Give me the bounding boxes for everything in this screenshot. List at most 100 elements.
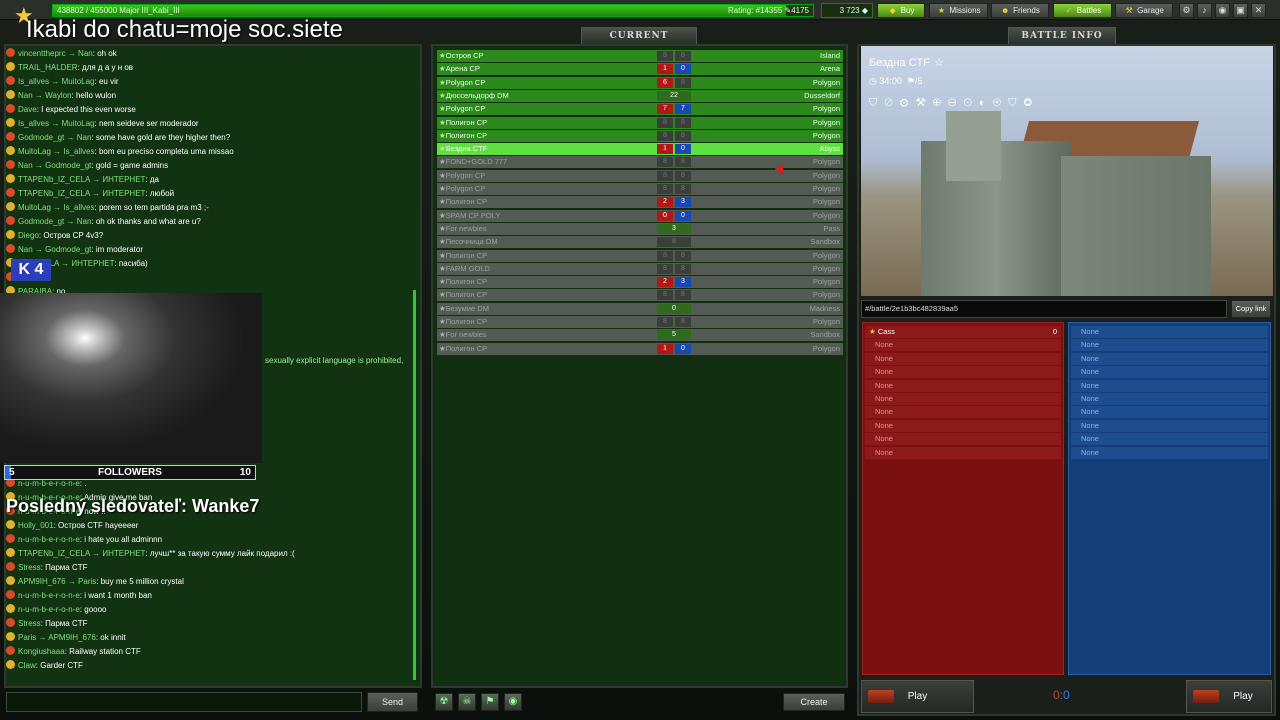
battle-row[interactable]: ★Полигон CP 8 8 Polygon: [437, 116, 843, 129]
rank-icon: [6, 62, 15, 71]
close-icon[interactable]: ✕: [1251, 3, 1266, 18]
buy-button[interactable]: ◆ Buy: [877, 3, 925, 18]
battle-row[interactable]: ★Остров CP 8 8 Island: [437, 50, 843, 62]
chat-recipient[interactable]: Waylon: [45, 91, 71, 100]
battle-row[interactable]: ★For newbies 5 Sandbox: [437, 329, 843, 342]
battle-star-icon: ★: [439, 263, 446, 273]
chat-nick[interactable]: APM9IH_676: [18, 577, 66, 586]
battle-row[interactable]: ★For newbies 3 Pass: [437, 222, 843, 235]
missions-button[interactable]: ★ Missions: [929, 3, 988, 18]
favorite-star-icon[interactable]: ☆: [934, 57, 944, 69]
battle-row[interactable]: ★Арена CP 1 0 Arena: [437, 63, 843, 76]
battle-row[interactable]: ★Polygon CP 7 7 Polygon: [437, 103, 843, 116]
battle-link-field[interactable]: #/battle/2e1b3bc482839aa5: [861, 300, 1227, 318]
chat-recipient[interactable]: Is_allves: [63, 147, 94, 156]
filter-cp-icon[interactable]: ◉: [504, 693, 522, 711]
battle-row[interactable]: ★Полигон CP 8 8 Polygon: [437, 289, 843, 302]
battle-row[interactable]: ★Полигон CP 8 8 Polygon: [437, 249, 843, 262]
help-icon[interactable]: ◉: [1215, 3, 1230, 18]
battle-row[interactable]: ★Песочница DM 8 Sandbox: [437, 236, 843, 249]
battle-name: ★Арена CP: [439, 63, 480, 75]
chat-nick[interactable]: Stress: [18, 619, 41, 628]
chat-recipient[interactable]: APM9IH_676: [48, 633, 96, 642]
reply-arrow: →: [65, 49, 79, 58]
battle-row[interactable]: ★Polygon CP 6 8 Polygon: [437, 76, 843, 89]
chat-recipient[interactable]: ИНТЕРНЕТ: [71, 259, 114, 268]
chat-recipient[interactable]: MuitoLag: [62, 119, 95, 128]
chat-nick[interactable]: vincenttheprc: [18, 49, 66, 58]
chat-nick[interactable]: MuitoLag: [18, 203, 51, 212]
battle-row[interactable]: ★SPAM CP POLY 0 0 Polygon: [437, 209, 843, 222]
chat-recipient[interactable]: Nan: [78, 49, 93, 58]
filter-dm-icon[interactable]: ☠: [458, 693, 476, 711]
send-button[interactable]: Send: [367, 692, 418, 712]
battle-row[interactable]: ★Полигон CP 1 0 Polygon: [437, 342, 843, 355]
red-team-list: ★ Cass 0 None None None None None None None None N…: [862, 322, 1064, 675]
battle-row[interactable]: ★FARM GOLD 8 8 Polygon: [437, 262, 843, 275]
copy-link-button[interactable]: Copy link: [1231, 300, 1271, 318]
battle-row[interactable]: ★Полигон CP 2 3 Polygon: [437, 276, 843, 289]
chat-recipient[interactable]: ИНТЕРНЕТ: [102, 549, 145, 558]
battle-map: Arena: [819, 64, 840, 74]
battle-row[interactable]: ★Polygon CP 8 8 Polygon: [437, 183, 843, 195]
battle-row[interactable]: ★Дюссельдорф DM 22 Dusseldorf: [437, 89, 843, 102]
chat-nick[interactable]: Stress: [18, 563, 41, 572]
chat-nick[interactable]: Is_allves: [18, 77, 49, 86]
chat-nick[interactable]: Godmode_gt: [18, 217, 64, 226]
play-blue-button[interactable]: Play: [1186, 680, 1272, 713]
chat-message: TTAPENb_IZ_CELA → ИНТЕРНЕТ: любой: [6, 188, 174, 199]
chat-recipient[interactable]: ИНТЕРНЕТ: [102, 189, 145, 198]
battle-row[interactable]: ★Полигон CP 8 8 Polygon: [437, 316, 843, 328]
chat-nick[interactable]: Paris: [18, 633, 36, 642]
chat-nick[interactable]: Nan: [18, 161, 33, 170]
sound-icon[interactable]: ♪: [1197, 3, 1212, 18]
play-red-button[interactable]: Play: [861, 680, 974, 713]
blue-player-slot: None: [1071, 352, 1268, 365]
chat-message: Diego: Остров CP 4v3?: [6, 230, 103, 241]
battle-star-icon: ★: [439, 330, 446, 340]
chat-recipient[interactable]: Godmode_gt: [45, 161, 91, 170]
chat-recipient[interactable]: Nan: [77, 217, 92, 226]
chat-nick[interactable]: n-u-m-b-e-r-o-n-e: [18, 479, 80, 488]
friends-button[interactable]: ☻ Friends: [991, 3, 1049, 18]
chat-nick[interactable]: n-u-m-b-e-r-o-n-e: [18, 591, 80, 600]
chat-text: im moderator: [95, 245, 143, 254]
chat-nick[interactable]: TTAPENb_IZ_CELA: [18, 549, 90, 558]
chat-input[interactable]: [6, 692, 362, 712]
fullscreen-icon[interactable]: ▣: [1233, 3, 1248, 18]
filter-tdm-icon[interactable]: ☢: [435, 693, 453, 711]
chat-recipient[interactable]: ИНТЕРНЕТ: [102, 175, 145, 184]
chat-recipient[interactable]: Is_allves: [63, 203, 94, 212]
chat-recipient[interactable]: MuitoLag: [62, 77, 95, 86]
chat-nick[interactable]: Dave: [18, 105, 37, 114]
settings-icon[interactable]: ⚙: [1179, 3, 1194, 18]
chat-nick[interactable]: n-u-m-b-e-r-o-n-e: [18, 605, 80, 614]
battle-row[interactable]: ★Бездна CTF 1 0 Abyss: [437, 143, 843, 156]
chat-scrollbar[interactable]: [413, 290, 416, 680]
garage-button[interactable]: ⚒ Garage: [1115, 3, 1173, 18]
chat-nick[interactable]: Nan: [18, 245, 33, 254]
chat-nick[interactable]: Claw: [18, 661, 36, 670]
battle-row[interactable]: ★Полигон CP 2 3 Polygon: [437, 196, 843, 209]
chat-nick[interactable]: Diego: [18, 231, 39, 240]
chat-nick[interactable]: Holly_001: [18, 521, 54, 530]
chat-recipient[interactable]: Godmode_gt: [45, 245, 91, 254]
chat-nick[interactable]: TTAPENb_IZ_CELA: [18, 189, 90, 198]
filter-ctf-icon[interactable]: ⚑: [481, 693, 499, 711]
battle-row[interactable]: ★Полигон CP 8 8 Polygon: [437, 129, 843, 142]
chat-nick[interactable]: Nan: [18, 91, 33, 100]
chat-nick[interactable]: MuitoLag: [18, 147, 51, 156]
chat-recipient[interactable]: Paris: [78, 577, 96, 586]
battles-button[interactable]: ✓ Battles: [1053, 3, 1112, 18]
chat-nick[interactable]: Godmode_gt: [18, 133, 64, 142]
chat-nick[interactable]: TTAPENb_IZ_CELA: [18, 175, 90, 184]
chat-nick[interactable]: TRAIL_HALDER: [18, 63, 78, 72]
map-name-text: Бездна CTF: [869, 57, 930, 69]
chat-nick[interactable]: Kongiushaaa: [18, 647, 65, 656]
chat-nick[interactable]: Is_allves: [18, 119, 49, 128]
chat-nick[interactable]: n-u-m-b-e-r-o-n-e: [18, 535, 80, 544]
chat-message: Holly_001: Остров CTF hayeeeer: [6, 520, 138, 531]
create-battle-button[interactable]: Create: [783, 693, 845, 711]
battle-row[interactable]: ★Безумие DM 0 Madness: [437, 302, 843, 315]
chat-recipient[interactable]: Nan: [77, 133, 92, 142]
